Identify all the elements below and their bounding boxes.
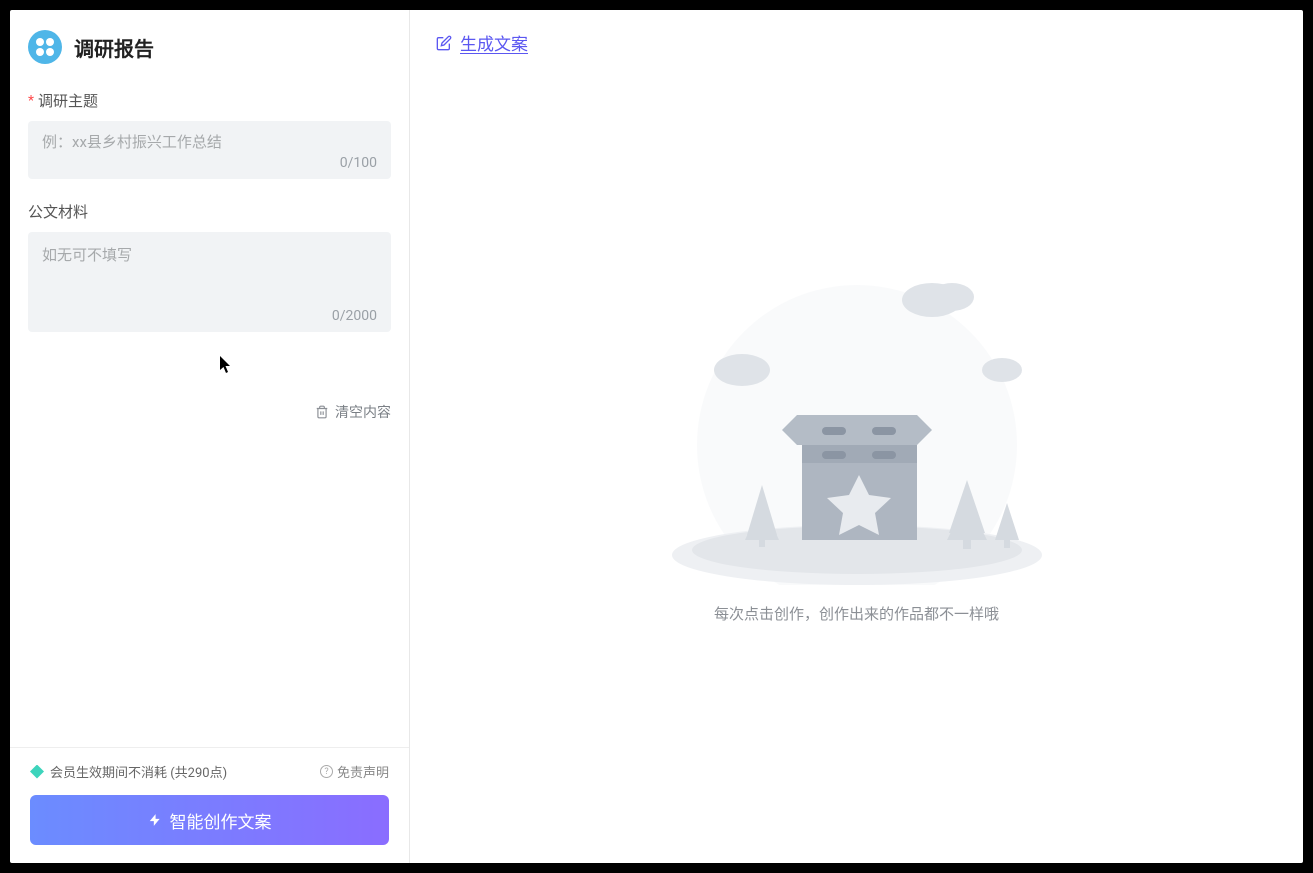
- material-input-wrap: 0/2000: [28, 232, 391, 332]
- material-counter: 0/2000: [42, 308, 377, 324]
- generate-label: 智能创作文案: [170, 808, 272, 833]
- topic-label: * 调研主题: [28, 90, 391, 111]
- member-info: 会员生效期间不消耗 (共290点): [30, 762, 227, 781]
- main-header: 生成文案: [410, 10, 1303, 75]
- page-title: 调研报告: [74, 33, 154, 62]
- required-mark-icon: *: [28, 93, 34, 109]
- empty-text: 每次点击创作，创作出来的作品都不一样哦: [714, 603, 999, 624]
- topic-group: * 调研主题 0/100: [28, 90, 391, 179]
- topic-counter: 0/100: [42, 155, 377, 171]
- info-icon: ?: [320, 765, 333, 778]
- footer-info: 会员生效期间不消耗 (共290点) ? 免责声明: [30, 762, 389, 781]
- topic-label-text: 调研主题: [38, 90, 98, 111]
- member-text: 会员生效期间不消耗 (共290点): [50, 762, 227, 781]
- empty-illustration-icon: [647, 255, 1067, 585]
- trash-icon: [315, 405, 329, 419]
- topic-input[interactable]: [42, 133, 377, 151]
- bolt-icon: [148, 811, 162, 829]
- sidebar-footer: 会员生效期间不消耗 (共290点) ? 免责声明 智能创作文案: [10, 747, 409, 863]
- sidebar-header: 调研报告: [10, 10, 409, 78]
- clear-label: 清空内容: [335, 402, 391, 422]
- material-group: 公文材料 0/2000: [28, 201, 391, 332]
- topic-input-wrap: 0/100: [28, 121, 391, 179]
- edit-icon: [436, 35, 452, 51]
- disclaimer-link[interactable]: ? 免责声明: [320, 762, 389, 781]
- material-input[interactable]: [42, 244, 377, 304]
- clear-button[interactable]: 清空内容: [315, 402, 391, 422]
- material-label: 公文材料: [28, 201, 391, 222]
- material-label-text: 公文材料: [28, 201, 88, 222]
- sidebar: 调研报告 * 调研主题 0/100 公文材料 0/2000: [10, 10, 410, 863]
- app-container: 调研报告 * 调研主题 0/100 公文材料 0/2000: [10, 10, 1303, 863]
- generate-button[interactable]: 智能创作文案: [30, 795, 389, 845]
- main-header-title[interactable]: 生成文案: [460, 30, 528, 55]
- app-logo-icon: [28, 30, 62, 64]
- diamond-icon: [30, 765, 44, 779]
- empty-state: 每次点击创作，创作出来的作品都不一样哦: [410, 75, 1303, 863]
- clear-row: 清空内容: [297, 390, 409, 422]
- disclaimer-text: 免责声明: [337, 762, 389, 781]
- main-panel: 生成文案: [410, 10, 1303, 863]
